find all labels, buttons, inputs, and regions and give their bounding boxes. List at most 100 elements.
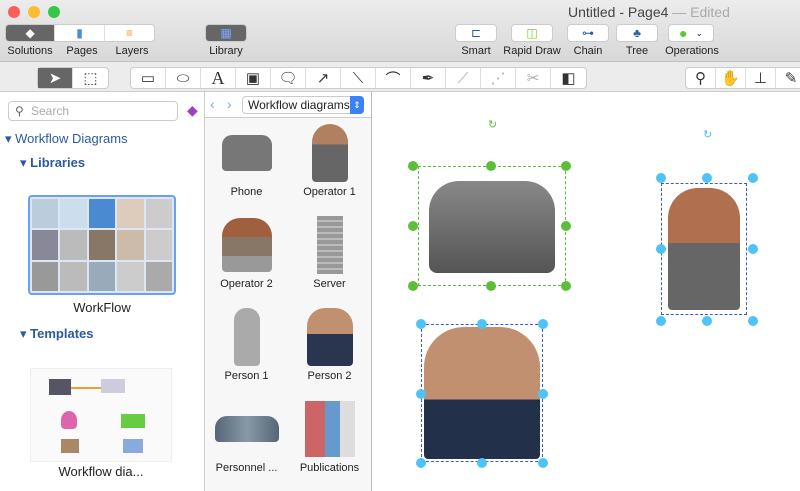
solutions-label: Solutions — [7, 45, 53, 57]
resize-handle[interactable] — [561, 281, 571, 291]
resize-handle[interactable] — [538, 389, 548, 399]
solutions-icon[interactable]: ◆ — [6, 25, 56, 41]
text-icon[interactable]: A — [201, 68, 236, 88]
rotate-handle-icon[interactable]: ↻ — [488, 118, 497, 131]
ellipse-icon[interactable]: ⬭ — [166, 68, 201, 88]
arrow-icon[interactable]: ↗ — [306, 68, 341, 88]
search-icon: ⚲ — [15, 104, 24, 118]
section-templates[interactable]: ▾ Templates — [20, 326, 93, 342]
resize-handle[interactable] — [408, 281, 418, 291]
resize-handle[interactable] — [408, 161, 418, 171]
back-icon[interactable]: ‹ — [210, 96, 215, 112]
resize-handle[interactable] — [477, 319, 487, 329]
library-name: WorkFlow — [73, 300, 131, 315]
chain-icon: ⊶ — [582, 26, 594, 40]
shape-tools[interactable]: ▭ ⬭ A ▣ 🗨 ↗ ⟍ ⌒ ✒ ⟋ ⋰ ✂ ◧ — [130, 67, 587, 89]
view-switcher[interactable]: ◆ ▮ ≡ — [5, 24, 155, 42]
library-item-person-1[interactable]: Person 1 — [205, 304, 288, 396]
library-items: Phone Operator 1 Operator 2 Server Perso… — [205, 120, 371, 488]
magnifier-icon[interactable]: ⚲ — [686, 68, 716, 88]
stamp-icon[interactable]: ⊥ — [746, 68, 776, 88]
callout-icon[interactable]: 🗨 — [271, 68, 306, 88]
resize-handle[interactable] — [748, 173, 758, 183]
rapid-draw-button[interactable]: ◫ — [511, 24, 553, 42]
library-button[interactable]: ▦ — [205, 24, 247, 42]
operator-shape[interactable] — [661, 183, 747, 315]
eyedropper-icon[interactable]: ✎ — [776, 68, 800, 88]
rectangle-icon[interactable]: ▭ — [131, 68, 166, 88]
resize-handle[interactable] — [538, 319, 548, 329]
scissors-icon[interactable]: ✂ — [516, 68, 551, 88]
solutions-browse-icon[interactable]: ◆ — [187, 102, 198, 119]
library-item-phone[interactable]: Phone — [205, 120, 288, 212]
resize-handle[interactable] — [702, 173, 712, 183]
resize-handle[interactable] — [416, 389, 426, 399]
add-point-icon[interactable]: ⋰ — [481, 68, 516, 88]
workflow-library-thumbnail[interactable] — [28, 195, 176, 295]
chevron-down-icon: ⌄ — [695, 27, 703, 38]
layers-icon[interactable]: ≡ — [105, 25, 154, 41]
pages-icon[interactable]: ▮ — [55, 25, 105, 41]
tree-button[interactable]: ♣ — [616, 24, 658, 42]
operations-button[interactable]: ● ⌄ — [668, 24, 714, 42]
text-box-icon[interactable]: ▣ — [236, 68, 271, 88]
curve-icon[interactable]: ⌒ — [376, 68, 411, 88]
minimize-button[interactable] — [28, 6, 40, 18]
line-icon[interactable]: ⟍ — [341, 68, 376, 88]
library-panel: ‹ › Workflow diagrams ⇕ Phone Operator 1 … — [205, 92, 372, 491]
text-select-icon[interactable]: ⬚ — [73, 68, 108, 88]
zoom-button[interactable] — [48, 6, 60, 18]
resize-handle[interactable] — [748, 316, 758, 326]
person-shape[interactable] — [421, 324, 543, 462]
library-item-operator-1[interactable]: Operator 1 — [288, 120, 371, 212]
select-tools[interactable]: ➤ ⬚ — [37, 67, 109, 89]
resize-handle[interactable] — [702, 316, 712, 326]
resize-handle[interactable] — [486, 161, 496, 171]
resize-handle[interactable] — [408, 221, 418, 231]
resize-handle[interactable] — [656, 244, 666, 254]
resize-handle[interactable] — [538, 458, 548, 468]
personnel-image — [214, 416, 279, 442]
chain-button[interactable]: ⊶ — [567, 24, 609, 42]
resize-handle[interactable] — [561, 161, 571, 171]
resize-handle[interactable] — [656, 173, 666, 183]
library-item-server[interactable]: Server — [288, 212, 371, 304]
forward-icon[interactable]: › — [227, 96, 232, 112]
section-workflow-diagrams[interactable]: ▾ Workflow Diagrams — [5, 131, 128, 147]
pen-icon[interactable]: ✒ — [411, 68, 446, 88]
tree-icon: ♣ — [633, 26, 641, 40]
bezier-icon[interactable]: ⟋ — [446, 68, 481, 88]
search-input[interactable]: ⚲ Search — [8, 101, 178, 121]
hand-icon[interactable]: ✋ — [716, 68, 746, 88]
section-libraries[interactable]: ▾ Libraries — [20, 155, 85, 171]
pointer-icon[interactable]: ➤ — [38, 68, 73, 88]
phone-shape[interactable] — [418, 166, 566, 286]
resize-handle[interactable] — [486, 281, 496, 291]
close-button[interactable] — [8, 6, 20, 18]
pages-label: Pages — [66, 45, 98, 57]
drawing-tools: ➤ ⬚ ▭ ⬭ A ▣ 🗨 ↗ ⟍ ⌒ ✒ ⟋ ⋰ ✂ ◧ ⚲ ✋ ⊥ ✎ — [0, 62, 800, 92]
resize-handle[interactable] — [561, 221, 571, 231]
library-item-person-2[interactable]: Person 2 — [288, 304, 371, 396]
resize-handle[interactable] — [477, 458, 487, 468]
canvas[interactable]: ↻ ↻ — [372, 92, 800, 491]
rapid-draw-icon: ◫ — [526, 26, 538, 40]
toolbar: Untitled - Page4 — Edited ◆ ▮ ≡ Solution… — [0, 0, 800, 62]
smart-icon: ⊏ — [470, 26, 482, 40]
library-item-operator-2[interactable]: Operator 2 — [205, 212, 288, 304]
library-dropdown[interactable]: Workflow diagrams ⇕ — [242, 96, 364, 114]
workflow-template-thumbnail[interactable] — [30, 368, 172, 462]
person-image — [424, 327, 540, 459]
container-icon[interactable]: ◧ — [551, 68, 586, 88]
smart-button[interactable]: ⊏ — [455, 24, 497, 42]
operator-1-image — [311, 124, 348, 182]
dropdown-arrows-icon: ⇕ — [350, 96, 364, 114]
resize-handle[interactable] — [656, 316, 666, 326]
rotate-handle-icon[interactable]: ↻ — [703, 128, 712, 141]
library-item-personnel[interactable]: Personnel ... — [205, 396, 288, 488]
library-item-publications[interactable]: Publications — [288, 396, 371, 488]
resize-handle[interactable] — [416, 319, 426, 329]
resize-handle[interactable] — [416, 458, 426, 468]
view-tools[interactable]: ⚲ ✋ ⊥ ✎ — [685, 67, 800, 89]
resize-handle[interactable] — [748, 244, 758, 254]
